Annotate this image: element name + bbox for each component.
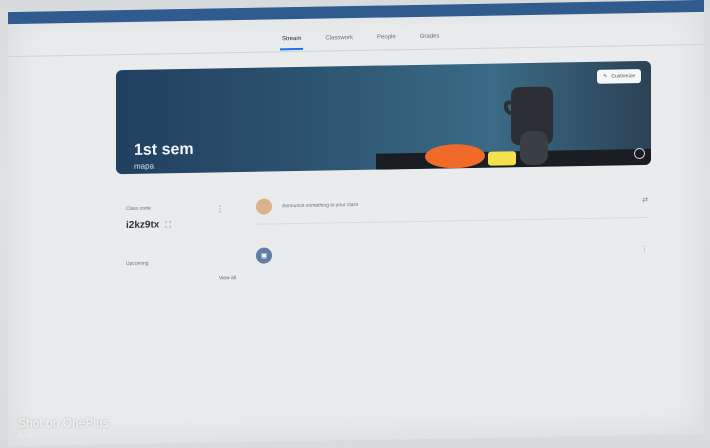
- tab-stream[interactable]: Stream: [280, 35, 304, 51]
- more-options-icon[interactable]: ⋮: [216, 204, 224, 213]
- fullscreen-icon[interactable]: ⛶: [165, 220, 171, 230]
- tab-people[interactable]: People: [375, 34, 398, 48]
- tab-stream-label: Stream: [282, 35, 302, 43]
- upcoming-label: Upcoming: [126, 260, 149, 268]
- class-title: 1st sem: [134, 140, 194, 159]
- assignment-icon: ▣: [256, 247, 272, 264]
- repost-icon[interactable]: ⇄: [642, 196, 648, 204]
- watermark-text: Shot on OnePlus: [18, 416, 109, 430]
- class-section: mapa: [134, 161, 155, 171]
- tab-grades[interactable]: Grades: [418, 34, 442, 48]
- avatar: [256, 198, 272, 215]
- kettle-handle: [503, 100, 512, 116]
- activity-text: [282, 249, 633, 255]
- tab-classwork-label: Classwork: [325, 35, 354, 42]
- activity-item[interactable]: ▣ ⋮: [256, 234, 648, 271]
- announce-row[interactable]: Announce something to your class ⇄: [256, 182, 648, 225]
- tab-people-label: People: [377, 34, 396, 41]
- customize-button[interactable]: ✎ Customize: [597, 69, 641, 84]
- left-panel: Class code ⋮ i2kz9tx ⛶ Upcoming View all: [126, 204, 236, 283]
- tab-classwork[interactable]: Classwork: [323, 35, 355, 50]
- tab-bar: Stream Classwork People Grades: [280, 34, 441, 51]
- class-code-value: i2kz9tx: [126, 219, 160, 232]
- banner-illustration: [376, 86, 651, 170]
- customize-label: Customize: [611, 73, 635, 80]
- tab-grades-label: Grades: [419, 33, 440, 40]
- classroom-screen: Stream Classwork People Grades 1st sem m…: [8, 0, 704, 447]
- activity-more-icon[interactable]: ⋮: [641, 245, 648, 253]
- class-code-row: i2kz9tx ⛶: [126, 218, 236, 231]
- watermark-sub: By Sk: [18, 434, 34, 440]
- edit-icon: ✎: [603, 73, 608, 80]
- kettle-base: [520, 130, 548, 165]
- yellow-cup: [488, 151, 516, 166]
- stream-area: Announce something to your class ⇄ ▣ ⋮: [256, 182, 648, 271]
- announce-placeholder: Announce something to your class: [282, 201, 359, 210]
- class-banner: 1st sem mapa ✎ Customize: [116, 60, 651, 175]
- view-all-link[interactable]: View all: [126, 275, 236, 283]
